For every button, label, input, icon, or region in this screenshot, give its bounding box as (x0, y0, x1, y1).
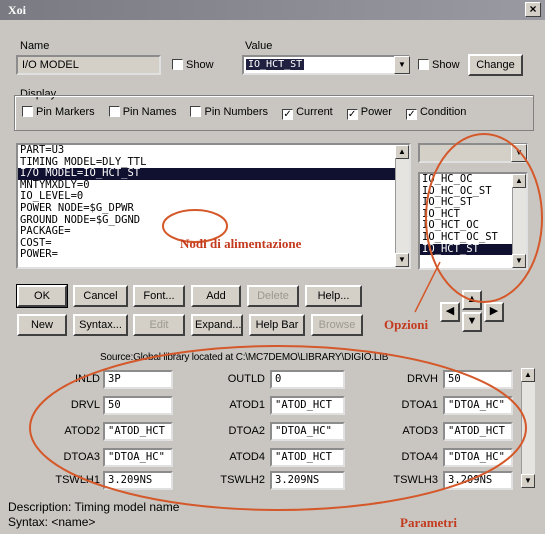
options-annotation: Opzioni (384, 317, 429, 332)
params-highlight (29, 345, 527, 511)
options-pointer (414, 261, 441, 313)
annotation-overlay (29, 133, 543, 511)
params-annotation: Parametri (400, 515, 458, 530)
power-nodes-annotation: Nodi di alimentazione (180, 236, 302, 251)
options-highlight (425, 133, 543, 303)
